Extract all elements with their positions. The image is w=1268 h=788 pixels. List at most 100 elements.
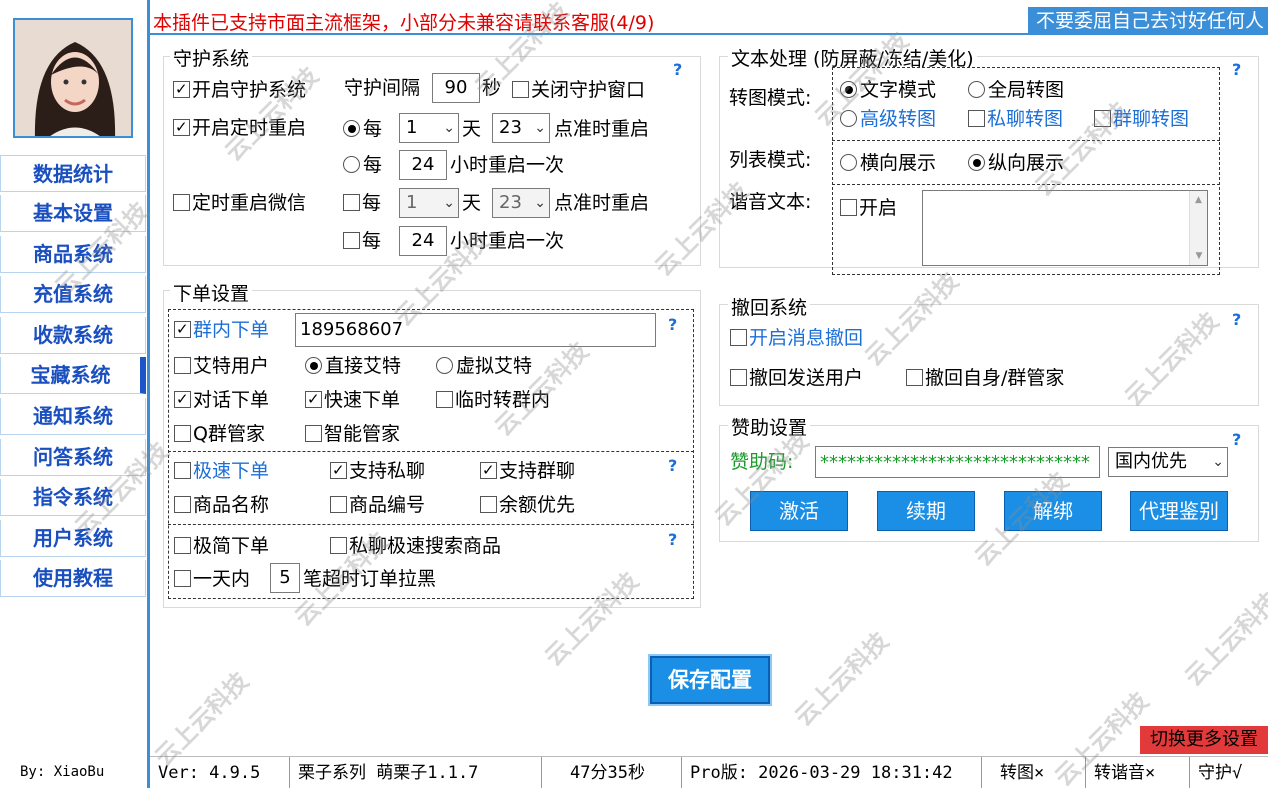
homophone-status[interactable]: 转谐音× — [1086, 757, 1190, 788]
wx-day-select[interactable]: 1 ⌄ — [399, 188, 459, 218]
restart-hours-input[interactable]: 24 — [399, 150, 447, 180]
close-guard-window-checkbox[interactable]: 关闭守护窗口 — [512, 78, 645, 102]
speed-help-icon[interactable]: ? — [668, 456, 677, 475]
text-mode-radio[interactable]: 文字模式 — [840, 78, 936, 102]
guard-enable-checkbox[interactable]: 开启守护系统 — [173, 78, 306, 102]
timeout-blacklist-label: 笔超时订单拉黑 — [303, 568, 437, 590]
group-image-checkbox[interactable]: 群聊转图 — [1094, 107, 1189, 131]
q-admin-checkbox[interactable]: Q群管家 — [174, 422, 265, 446]
timeout-count-input[interactable]: 5 — [270, 563, 300, 593]
sponsor-code-input[interactable]: ****************************** — [815, 446, 1100, 478]
restart-day-select[interactable]: 1 ⌄ — [399, 113, 459, 143]
wx-daily-checkbox[interactable]: 每 — [343, 191, 381, 215]
order-help-icon[interactable]: ? — [668, 315, 677, 334]
private-search-checkbox[interactable]: 私聊极速搜索商品 — [330, 534, 501, 558]
sidebar-item-payment[interactable]: 收款系统 — [0, 317, 146, 354]
vertical-radio[interactable]: 纵向展示 — [968, 151, 1064, 175]
wx-hourly-checkbox[interactable]: 每 — [343, 229, 381, 253]
timed-restart-checkbox[interactable]: 开启定时重启 — [173, 116, 306, 140]
sidebar-item-products[interactable]: 商品系统 — [0, 236, 146, 273]
sidebar-item-notify[interactable]: 通知系统 — [0, 398, 146, 435]
homophone-enable-checkbox[interactable]: 开启 — [840, 196, 897, 220]
direct-at-label: 直接艾特 — [325, 355, 402, 377]
product-name-label: 商品名称 — [193, 494, 270, 516]
sidebar-item-qa[interactable]: 问答系统 — [0, 439, 146, 476]
wechat-restart-checkbox[interactable]: 定时重启微信 — [173, 191, 306, 215]
guard-interval-input[interactable]: 90 — [432, 73, 480, 103]
header-notice: 本插件已支持市面主流框架，小部分未兼容请联系客服(4/9) — [153, 12, 655, 34]
renew-button[interactable]: 续期 — [877, 491, 975, 531]
advanced-image-radio[interactable]: 高级转图 — [840, 107, 936, 131]
scrollbar[interactable]: ▲ ▼ — [1189, 191, 1207, 265]
order-title: 下单设置 — [170, 279, 253, 306]
one-day-checkbox[interactable]: 一天内 — [174, 567, 250, 591]
agent-check-button[interactable]: 代理鉴别 — [1130, 491, 1228, 531]
product-name-checkbox[interactable]: 商品名称 — [174, 493, 269, 517]
restart-hourly-radio[interactable]: 每 — [343, 153, 382, 177]
sidebar-item-commands[interactable]: 指令系统 — [0, 479, 146, 516]
checkbox-icon — [173, 194, 190, 211]
checkbox-icon — [512, 81, 529, 98]
radio-selected-icon — [840, 81, 857, 98]
scroll-down-icon[interactable]: ▼ — [1190, 247, 1208, 265]
guard-status[interactable]: 守护√ — [1190, 757, 1268, 788]
text-help-icon[interactable]: ? — [1232, 60, 1241, 79]
sidebar-item-treasure[interactable]: 宝藏系统 — [0, 357, 146, 394]
support-private-checkbox[interactable]: 支持私聊 — [330, 459, 425, 483]
save-config-button[interactable]: 保存配置 — [650, 656, 770, 704]
enable-recall-checkbox[interactable]: 开启消息撤回 — [730, 326, 863, 350]
checkbox-icon — [1094, 110, 1111, 127]
horizontal-radio[interactable]: 横向展示 — [840, 151, 936, 175]
enable-recall-label: 开启消息撤回 — [749, 327, 864, 349]
smart-admin-checkbox[interactable]: 智能管家 — [305, 422, 400, 446]
temp-group-checkbox[interactable]: 临时转群内 — [436, 388, 550, 412]
private-image-checkbox[interactable]: 私聊转图 — [968, 107, 1063, 131]
wx-hours-input[interactable]: 24 — [399, 226, 447, 256]
status-bar: Ver: 4.9.5 栗子系列 萌栗子1.1.7 47分35秒 Pro版: 20… — [150, 756, 1268, 788]
direct-at-radio[interactable]: 直接艾特 — [305, 354, 401, 378]
unbind-button[interactable]: 解绑 — [1004, 491, 1102, 531]
sidebar-item-stats[interactable]: 数据统计 — [0, 155, 146, 192]
checkbox-icon — [330, 537, 347, 554]
recall-sent-checkbox[interactable]: 撤回发送用户 — [730, 366, 863, 390]
checkbox-icon — [730, 329, 747, 346]
wx-hour-select[interactable]: 23 ⌄ — [492, 188, 550, 218]
version-label: Ver: 4.9.5 — [150, 757, 290, 788]
at-user-checkbox[interactable]: 艾特用户 — [174, 354, 269, 378]
sidebar-item-basic[interactable]: 基本设置 — [0, 195, 146, 232]
restart-hour-select[interactable]: 23 ⌄ — [492, 113, 550, 143]
homophone-textarea[interactable]: ▲ ▼ — [922, 190, 1208, 266]
group-order-checkbox[interactable]: 群内下单 — [174, 318, 269, 342]
app-window: 数据统计 基本设置 商品系统 充值系统 收款系统 宝藏系统 通知系统 问答系统 … — [0, 0, 1268, 788]
sidebar-item-tutorial[interactable]: 使用教程 — [0, 560, 146, 597]
simple-order-checkbox[interactable]: 极简下单 — [174, 534, 269, 558]
dialog-order-checkbox[interactable]: 对话下单 — [174, 388, 269, 412]
image-mode-label: 转图模式: — [729, 87, 812, 109]
runtime-label: 47分35秒 — [542, 757, 682, 788]
sidebar-item-users[interactable]: 用户系统 — [0, 520, 146, 557]
global-image-radio[interactable]: 全局转图 — [968, 78, 1064, 102]
recall-self-checkbox[interactable]: 撤回自身/群管家 — [906, 366, 1064, 390]
radio-selected-icon — [305, 357, 322, 374]
simple-help-icon[interactable]: ? — [668, 530, 677, 549]
guard-help-icon[interactable]: ? — [673, 60, 682, 79]
activate-button[interactable]: 激活 — [750, 491, 848, 531]
fast-order-checkbox[interactable]: 快速下单 — [305, 388, 400, 412]
scroll-up-icon[interactable]: ▲ — [1190, 191, 1207, 209]
group-id-input[interactable]: 189568607 — [295, 313, 656, 347]
balance-first-checkbox[interactable]: 余额优先 — [480, 493, 575, 517]
sidebar-item-recharge[interactable]: 充值系统 — [0, 276, 146, 313]
speed-order-checkbox[interactable]: 极速下单 — [174, 459, 269, 483]
wx-day-value: 1 — [406, 192, 418, 213]
switch-more-settings-button[interactable]: 切换更多设置 — [1140, 726, 1268, 754]
watermark: 云上云科技 — [789, 626, 895, 732]
region-select[interactable]: 国内优先 ⌄ — [1108, 447, 1228, 477]
virtual-at-radio[interactable]: 虚拟艾特 — [436, 354, 532, 378]
support-group-checkbox[interactable]: 支持群聊 — [480, 459, 575, 483]
checkbox-icon — [906, 369, 923, 386]
product-code-checkbox[interactable]: 商品编号 — [330, 493, 425, 517]
image-status[interactable]: 转图× — [982, 757, 1086, 788]
restart-daily-radio[interactable]: 每 — [343, 117, 382, 141]
sponsor-help-icon[interactable]: ? — [1232, 430, 1241, 449]
recall-help-icon[interactable]: ? — [1232, 310, 1241, 329]
